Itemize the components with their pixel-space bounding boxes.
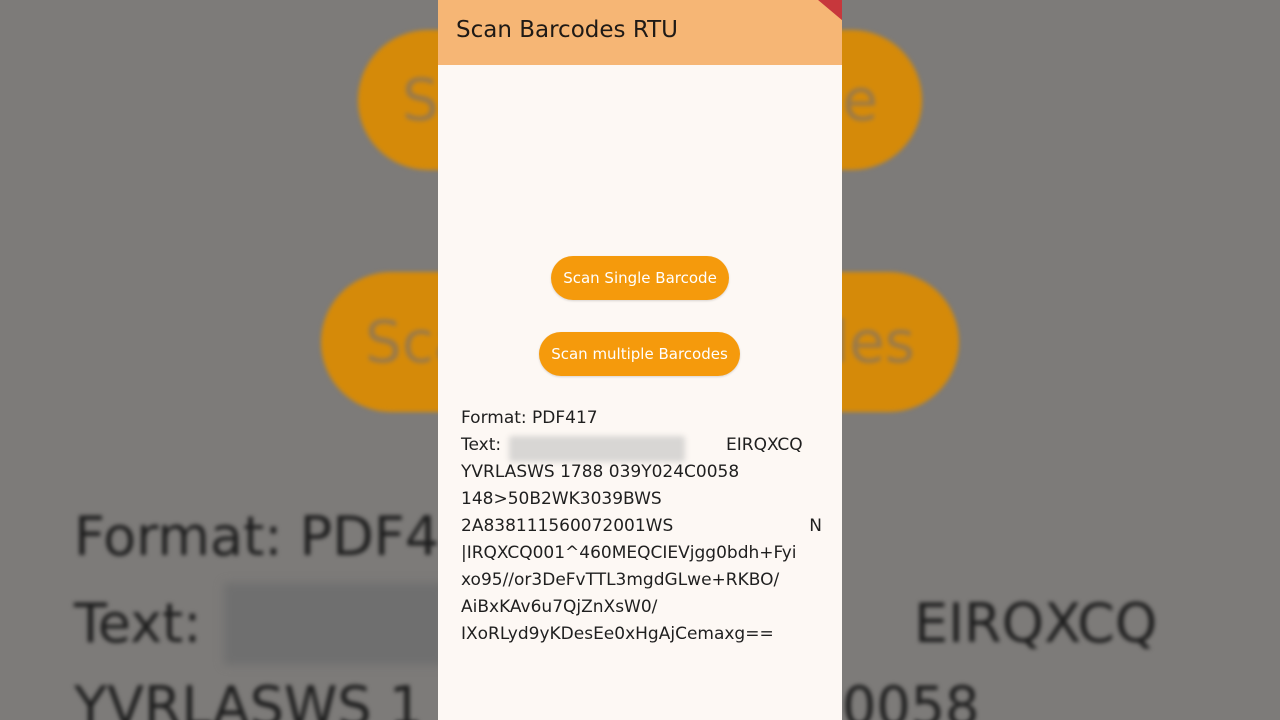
app-title: Scan Barcodes RTU [456, 17, 679, 43]
result-text-line: 148>50B2WK3039BWS [461, 486, 831, 513]
result-text-value: 148>50B2WK3039BWS [461, 489, 662, 509]
background-redacted-block [224, 583, 444, 665]
result-format: Format: PDF417 [461, 405, 831, 432]
result-text-line: AiBxKAv6u7QjZnXsW0/ [461, 594, 831, 621]
background-line2-right: 0058 [842, 675, 980, 720]
app-bar: Scan Barcodes RTU [438, 0, 842, 65]
result-text-line: IXoRLyd9yKDesEe0xHgAjCemaxg== [461, 621, 831, 648]
background-format-text: Format: PDF4 [74, 505, 440, 568]
result-text-tail: N [809, 516, 822, 536]
scan-single-barcode-button[interactable]: Scan Single Barcode [551, 256, 729, 300]
debug-banner [809, 0, 842, 27]
result-format-text: Format: PDF417 [461, 408, 598, 428]
result-text-line: |IRQXCQ001^460MEQCIEVjgg0bdh+Fyi [461, 540, 831, 567]
phone-screen: Scan Barcodes RTU Scan Single Barcode Sc… [438, 0, 842, 720]
result-text-tail: EIRQXCQ [726, 435, 803, 455]
result-text-line: 2A838111560072001WS N [461, 513, 831, 540]
result-text-value: AiBxKAv6u7QjZnXsW0/ [461, 597, 658, 617]
result-text-row: Text: EIRQXCQ [461, 432, 831, 462]
scan-multiple-barcodes-button[interactable]: Scan multiple Barcodes [539, 332, 740, 376]
result-text-value: |IRQXCQ001^460MEQCIEVjgg0bdh+Fyi [461, 543, 797, 563]
result-text-line: xo95//or3DeFvTTL3mgdGLwe+RKBO/ [461, 567, 831, 594]
background-line2-left: YVRLASWS 1 [74, 675, 424, 720]
result-text-label: Text: [461, 435, 502, 455]
result-text-value: xo95//or3DeFvTTL3mgdGLwe+RKBO/ [461, 570, 780, 590]
scan-result: Format: PDF417 Text: EIRQXCQ YVRLASWS 17… [461, 405, 831, 648]
result-text-value: IXoRLyd9yKDesEe0xHgAjCemaxg== [461, 624, 774, 644]
result-text-line: YVRLASWS 1788 039Y024C0058 [461, 459, 831, 486]
background-text-tail: EIRQXCQ [914, 592, 1158, 655]
result-text-value: YVRLASWS 1788 039Y024C0058 [461, 462, 740, 482]
result-text-value: 2A838111560072001WS [461, 516, 674, 536]
background-text-label: Text: [74, 592, 202, 655]
